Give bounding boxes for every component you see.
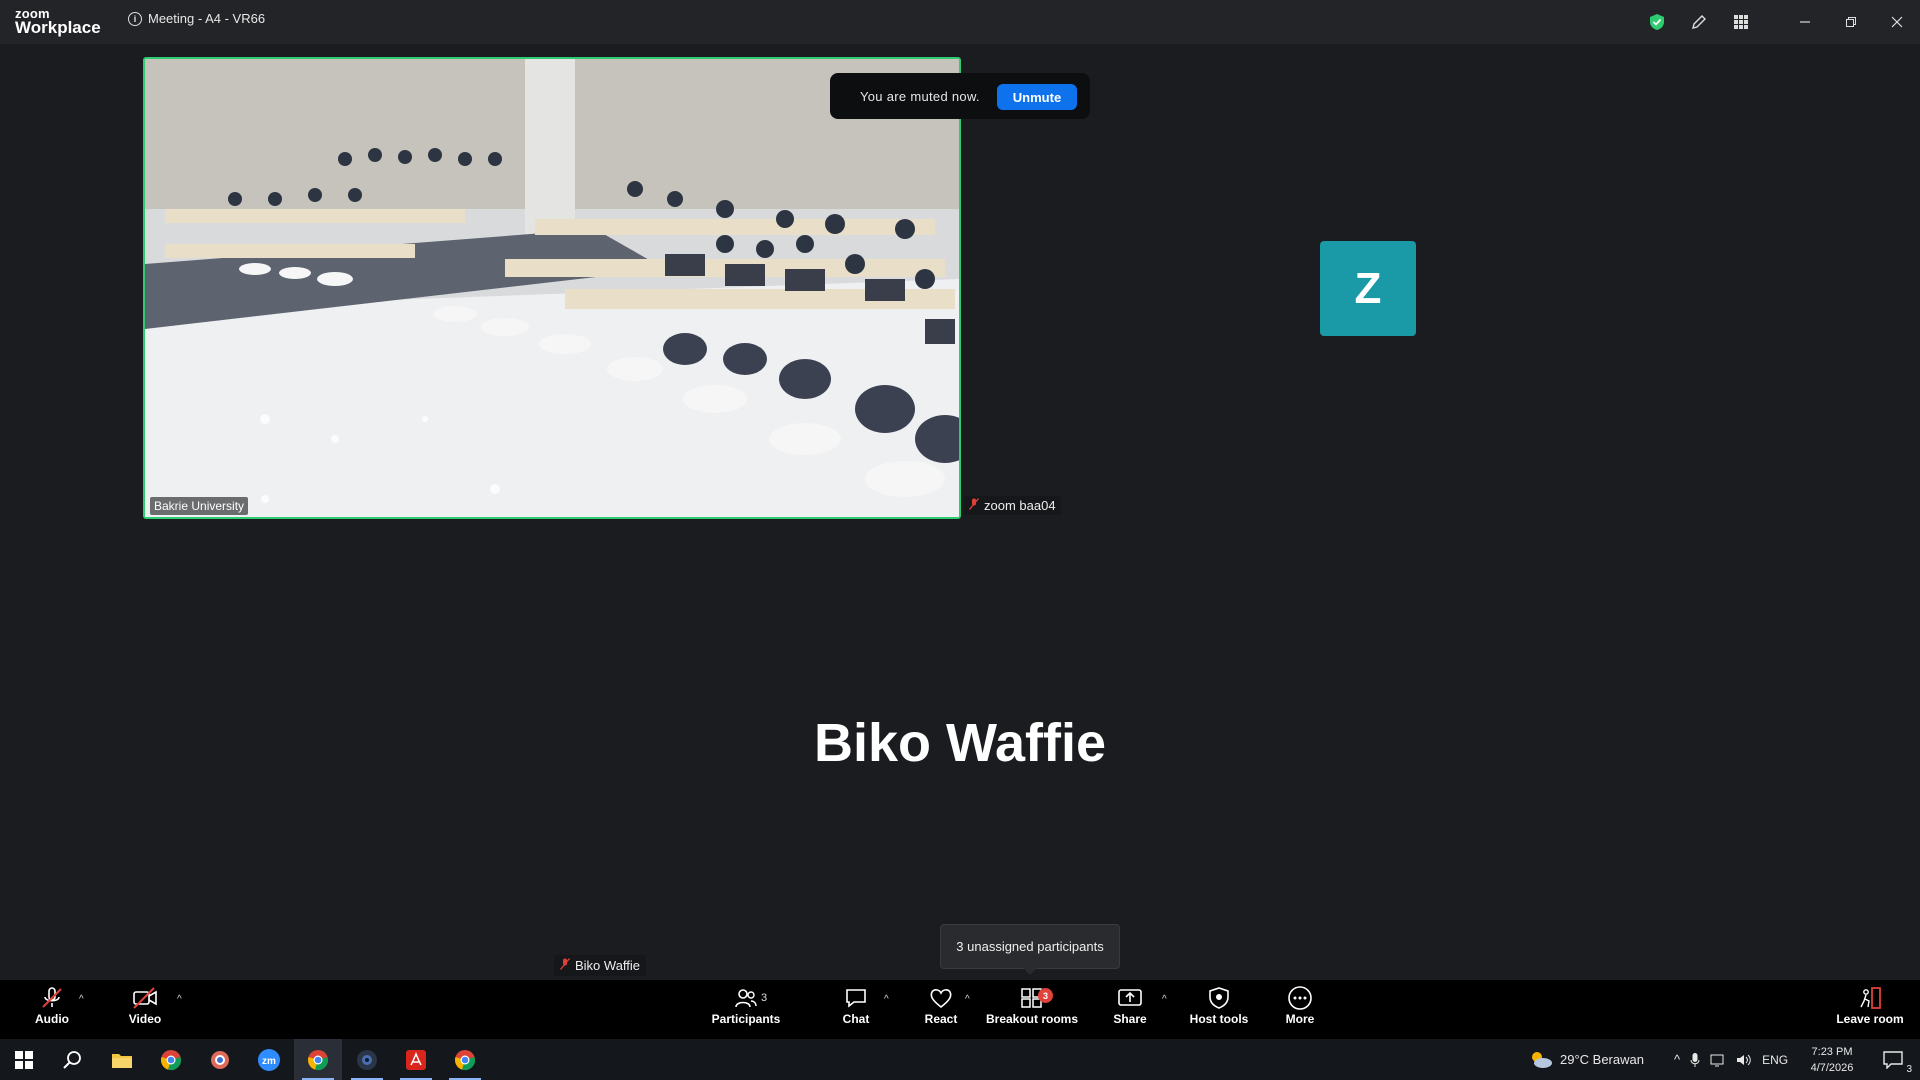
volume-icon[interactable] — [1736, 1053, 1752, 1067]
system-tray: ^ ENG — [1674, 1039, 1788, 1080]
mic-muted-icon — [559, 958, 571, 973]
participant-name-biko-waffie: Biko Waffie — [554, 955, 647, 976]
tile-name-label: Bakrie University — [150, 497, 249, 515]
participant-avatar-z[interactable]: Z — [1320, 241, 1416, 336]
more-dots-icon — [1287, 985, 1313, 1011]
classroom-video-feed — [145, 59, 959, 517]
share-options-caret-icon[interactable]: ^ — [1162, 994, 1167, 1005]
more-label: More — [1285, 1012, 1315, 1026]
close-icon[interactable] — [1874, 0, 1920, 44]
weather-text: 29°C Berawan — [1560, 1052, 1644, 1067]
meeting-toolbar: Audio ^ Video ^ Participants 3 Chat ^ Re… — [0, 980, 1920, 1039]
unmute-button[interactable]: Unmute — [997, 84, 1077, 110]
audio-button[interactable]: Audio — [7, 985, 97, 1026]
file-explorer-icon[interactable] — [98, 1039, 146, 1080]
video-options-caret-icon[interactable]: ^ — [177, 994, 182, 1005]
snipping-tool-icon[interactable] — [196, 1039, 244, 1080]
svg-text:zm: zm — [262, 1056, 276, 1067]
more-button[interactable]: More — [1255, 985, 1345, 1026]
camera-app-icon[interactable] — [343, 1039, 391, 1080]
windows-start-icon[interactable] — [0, 1039, 48, 1080]
language-indicator[interactable]: ENG — [1762, 1053, 1788, 1067]
participant-name-text: Biko Waffie — [575, 958, 641, 973]
weather-widget[interactable]: 29°C Berawan — [1528, 1039, 1644, 1080]
audio-options-caret-icon[interactable]: ^ — [79, 994, 84, 1005]
audio-label: Audio — [35, 1012, 69, 1026]
leave-room-button[interactable]: Leave room — [1825, 985, 1915, 1026]
weather-cloud-sun-icon — [1532, 1051, 1552, 1068]
chrome-icon[interactable] — [147, 1039, 195, 1080]
minimize-icon[interactable] — [1782, 0, 1828, 44]
title-bar: zoom Workplace i Meeting - A4 - VR66 — [0, 0, 1920, 44]
breakout-tooltip: 3 unassigned participants — [940, 924, 1120, 975]
breakout-badge: 3 — [1038, 988, 1053, 1003]
clock-date: 4/7/2026 — [1810, 1062, 1854, 1074]
active-speaker-name: Biko Waffie — [813, 713, 1107, 773]
participant-name-zoom-baa04: zoom baa04 — [964, 496, 1061, 515]
titlebar-controls — [1636, 0, 1920, 44]
react-label: React — [924, 1012, 958, 1026]
breakout-rooms-label: Breakout rooms — [985, 1012, 1079, 1026]
chat-options-caret-icon[interactable]: ^ — [884, 994, 889, 1005]
share-label: Share — [1113, 1012, 1147, 1026]
leave-room-label: Leave room — [1836, 1012, 1904, 1026]
participants-icon — [734, 985, 758, 1011]
video-label: Video — [128, 1012, 162, 1026]
apps-grid-icon[interactable] — [1720, 0, 1762, 44]
meeting-stage: Bakrie University zoom baa04 You are mut… — [0, 44, 1920, 980]
logo-line2: Workplace — [15, 18, 101, 37]
meeting-info[interactable]: i Meeting - A4 - VR66 — [128, 11, 265, 26]
video-button[interactable]: Video — [100, 985, 190, 1026]
search-icon[interactable] — [48, 1039, 96, 1080]
chrome-active-icon[interactable] — [294, 1039, 342, 1080]
share-screen-icon — [1117, 985, 1143, 1011]
tray-expand-chevron-icon[interactable]: ^ — [1674, 1052, 1680, 1067]
chrome-second-icon[interactable] — [441, 1039, 489, 1080]
video-tile-bakrie-university[interactable]: Bakrie University — [143, 57, 961, 519]
network-icon[interactable] — [1710, 1053, 1726, 1067]
restore-icon[interactable] — [1828, 0, 1874, 44]
notification-center-icon[interactable]: 3 — [1866, 1039, 1920, 1080]
clock-time: 7:23 PM — [1811, 1046, 1853, 1058]
pencil-icon[interactable] — [1678, 0, 1720, 44]
mic-muted-icon — [968, 498, 980, 513]
windows-taskbar: zm 29°C Berawan ^ ENG 7:23 PM 4/7/2026 3 — [0, 1039, 1920, 1080]
participants-button[interactable]: Participants — [701, 985, 791, 1026]
acrobat-icon[interactable] — [392, 1039, 440, 1080]
host-tools-button[interactable]: Host tools — [1174, 985, 1264, 1026]
chat-button[interactable]: Chat — [811, 985, 901, 1026]
participant-name-text: zoom baa04 — [984, 498, 1056, 513]
host-shield-icon — [1208, 985, 1230, 1011]
meeting-title: Meeting - A4 - VR66 — [148, 11, 266, 26]
muted-notification: You are muted now. Unmute — [830, 73, 1090, 119]
info-icon[interactable]: i — [128, 11, 142, 26]
notification-count: 3 — [1906, 1064, 1912, 1075]
share-button[interactable]: Share — [1085, 985, 1175, 1026]
zoom-workplace-logo: zoom Workplace — [15, 7, 101, 36]
muted-message: You are muted now. — [860, 89, 980, 104]
camera-off-icon — [132, 985, 158, 1011]
leave-door-icon — [1857, 985, 1883, 1011]
chat-label: Chat — [842, 1012, 870, 1026]
participants-label: Participants — [711, 1012, 781, 1026]
heart-icon — [928, 985, 954, 1011]
chat-bubble-icon — [844, 985, 868, 1011]
microphone-muted-icon — [40, 985, 64, 1011]
taskbar-clock[interactable]: 7:23 PM 4/7/2026 — [1804, 1044, 1860, 1076]
tray-microphone-icon[interactable] — [1690, 1052, 1700, 1068]
react-options-caret-icon[interactable]: ^ — [965, 994, 970, 1005]
security-shield-icon[interactable] — [1636, 0, 1678, 44]
zoom-app-icon[interactable]: zm — [245, 1039, 293, 1080]
breakout-rooms-button[interactable]: Breakout rooms — [982, 985, 1082, 1026]
participants-count: 3 — [761, 992, 768, 1004]
host-tools-label: Host tools — [1189, 1012, 1249, 1026]
react-button[interactable]: React — [896, 985, 986, 1026]
